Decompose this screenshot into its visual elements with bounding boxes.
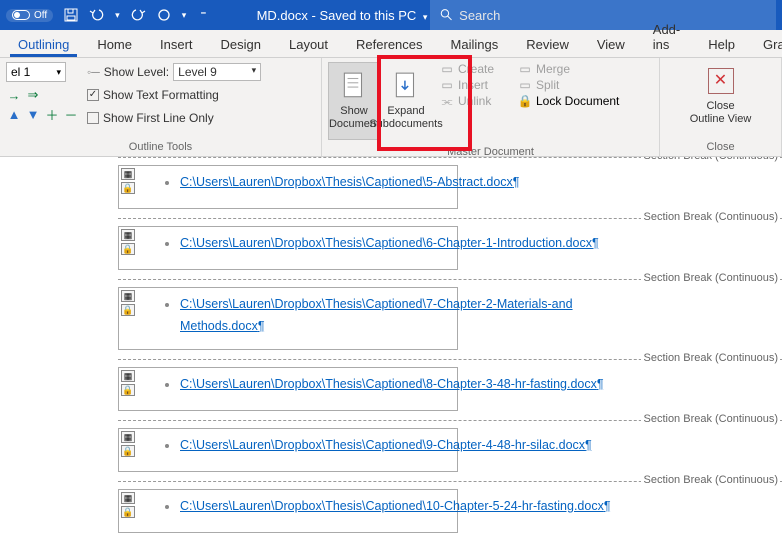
lock-icon: 🔒 [121,445,135,457]
show-level-label: Show Level: [104,65,169,79]
tab-help[interactable]: Help [694,32,749,57]
section-break-label: Section Break (Continuous) [641,413,780,425]
tab-layout[interactable]: Layout [275,32,342,57]
move-down-icon[interactable]: ▼ [25,106,41,122]
qat-customize-icon[interactable]: ▾ [182,10,187,21]
unlink-subdoc-button[interactable]: ⫘Unlink [440,94,504,108]
subdoc-icon[interactable]: ▦ [121,492,135,504]
subdoc-icon[interactable]: ▦ [121,229,135,241]
circle-icon[interactable] [156,7,172,23]
tab-view[interactable]: View [583,32,639,57]
insert-icon: ▭ [440,78,454,92]
show-text-formatting-checkbox[interactable]: ✓ Show Text Formatting [87,85,261,105]
outline-level-select[interactable]: el 1▾ [6,62,66,82]
split-subdoc-button[interactable]: ▭Split [518,78,582,92]
qat-overflow-icon[interactable]: ⁼ [200,8,206,22]
group-label-close: Close [660,139,781,156]
insert-subdoc-button[interactable]: ▭Insert [440,78,504,92]
collapse-icon[interactable]: － [63,106,79,122]
document-icon [340,71,368,101]
autosave-label: Off [34,10,47,21]
ribbon-tabs: OutliningHomeInsertDesignLayoutReference… [0,30,782,58]
document-canvas[interactable]: Section Break (Continuous) ▦ 🔒 C:\Users\Lau… [0,157,782,547]
subdoc-icon[interactable]: ▦ [121,168,135,180]
subdocument-link[interactable]: C:\Users\Lauren\Dropbox\Thesis\Captioned… [180,175,520,189]
tab-home[interactable]: Home [83,32,146,57]
search-input[interactable] [459,8,760,23]
window-title: MD.docx - Saved to this PC ▾ [257,8,428,23]
subdocument-link[interactable]: C:\Users\Lauren\Dropbox\Thesis\Captioned… [180,377,604,391]
show-level-indicator-icon: ◦─ [87,65,100,79]
subdocument-link[interactable]: C:\Users\Lauren\Dropbox\Thesis\Captioned… [180,499,611,513]
outline-bullet-icon [165,181,169,185]
expand-subdocuments-button[interactable]: Expand Subdocuments [380,62,432,140]
section-break-label: Section Break (Continuous) [641,272,780,284]
demote-arrow-icon[interactable]: ⇒ [25,87,41,103]
expand-document-icon [392,71,420,101]
group-close: ✕ Close Outline View Close [660,58,782,156]
split-icon: ▭ [518,78,532,92]
section-break-label: Section Break (Continuous) [641,352,780,364]
search-box[interactable] [430,0,776,30]
subdocument-link[interactable]: C:\Users\Lauren\Dropbox\Thesis\Captioned… [180,438,592,452]
lock-icon: 🔒 [121,304,135,316]
merge-icon: ▭ [518,62,532,76]
subdocument-link[interactable]: C:\Users\Lauren\Dropbox\Thesis\Captioned… [180,297,573,311]
ribbon: el 1▾ → ⇒ ▲ ▼ ＋ － ◦─ Show Level: [0,58,782,157]
create-subdoc-button[interactable]: ▭Create [440,62,504,76]
lock-document-button[interactable]: 🔒Lock Document [518,94,619,108]
lock-icon: 🔒 [121,243,135,255]
group-label-outline-tools: Outline Tools [0,139,321,156]
tab-insert[interactable]: Insert [146,32,207,57]
subdoc-icon[interactable]: ▦ [121,431,135,443]
outline-bullet-icon [165,383,169,387]
close-outline-view-button[interactable]: ✕ Close Outline View [660,58,781,136]
undo-dropdown-icon[interactable]: ▾ [115,10,120,21]
close-icon: ✕ [708,68,734,94]
move-up-icon[interactable]: ▲ [6,106,22,122]
show-first-line-only-checkbox[interactable]: Show First Line Only [87,108,261,128]
promote-arrow-icon[interactable]: → [6,87,22,103]
section-break-label: Section Break (Continuous) [641,211,780,223]
expand-icon[interactable]: ＋ [44,106,60,122]
tab-mailings[interactable]: Mailings [437,32,513,57]
tab-design[interactable]: Design [207,32,275,57]
search-icon [440,8,453,22]
autosave-toggle[interactable]: Off [6,9,53,22]
subdoc-icon[interactable]: ▦ [121,370,135,382]
merge-subdoc-button[interactable]: ▭Merge [518,62,582,76]
subdoc-icon[interactable]: ▦ [121,290,135,302]
redo-icon[interactable] [130,7,146,23]
subdocument-link[interactable]: Methods.docx¶ [180,319,265,333]
outline-bullet-icon [165,242,169,246]
tab-add-ins[interactable]: Add-ins [639,17,694,57]
section-break-label: Section Break (Continuous) [641,157,780,162]
unlink-icon: ⫘ [440,94,454,108]
group-outline-tools: el 1▾ → ⇒ ▲ ▼ ＋ － ◦─ Show Level: [0,58,322,156]
tab-references[interactable]: References [342,32,436,57]
outline-bullet-icon [165,444,169,448]
lock-icon: 🔒 [121,384,135,396]
tab-review[interactable]: Review [512,32,583,57]
section-break-label: Section Break (Continuous) [641,474,780,486]
subdocument-link[interactable]: C:\Users\Lauren\Dropbox\Thesis\Captioned… [180,236,599,250]
undo-icon[interactable] [89,7,105,23]
lock-icon: 🔒 [121,506,135,518]
create-icon: ▭ [440,62,454,76]
outline-bullet-icon [165,303,169,307]
tab-gra[interactable]: Gra [749,32,782,57]
group-master-document: Show Document Expand Subdocuments ▭Creat… [322,58,660,156]
outline-bullet-icon [165,505,169,509]
lock-icon: 🔒 [518,94,532,108]
lock-icon: 🔒 [121,182,135,194]
tab-outlining[interactable]: Outlining [4,32,83,57]
show-level-select[interactable]: Level 9▾ [173,63,261,81]
save-icon[interactable] [63,7,79,23]
